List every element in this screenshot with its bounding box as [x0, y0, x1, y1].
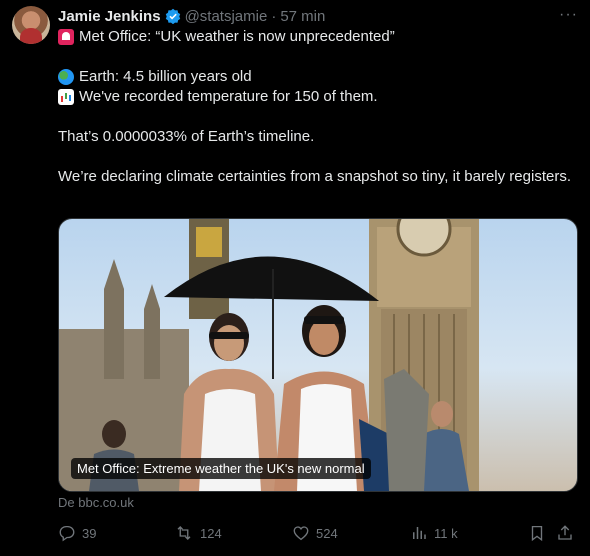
tweet-line-earth: Earth: 4.5 billion years old — [58, 67, 573, 87]
bookmark-button[interactable] — [528, 520, 552, 546]
views-chart-icon — [413, 527, 426, 539]
repost-count: 124 — [200, 525, 222, 541]
avatar[interactable] — [12, 6, 50, 44]
reply-count: 39 — [82, 525, 97, 541]
photo-women-under-umbrella — [59, 219, 479, 491]
fraction-text: That’s 0.0000033% of Earth’s timeline. — [58, 128, 315, 145]
siren-emoji-icon — [58, 29, 74, 45]
tweet-line-headline: Met Office: “UK weather is now unprecede… — [58, 27, 573, 47]
heart-icon — [293, 526, 309, 541]
article-caption[interactable]: Met Office: Extreme weather the UK's new… — [71, 458, 371, 479]
bookmark-icon — [531, 525, 543, 542]
bar-chart-emoji-icon — [58, 89, 74, 105]
earth-text: Earth: 4.5 billion years old — [79, 68, 252, 85]
tweet-line-recorded: We've recorded temperature for 150 of th… — [58, 87, 573, 107]
globe-emoji-icon — [58, 69, 74, 85]
more-options-icon[interactable]: ··· — [559, 6, 578, 24]
views-button[interactable]: 11 k — [410, 520, 458, 546]
verified-badge-icon — [165, 8, 180, 24]
like-button[interactable]: 524 — [292, 520, 338, 546]
repost-button[interactable]: 124 — [174, 520, 222, 546]
tweet-action-bar: 39 124 524 11 k — [58, 520, 576, 546]
article-card-image[interactable]: Met Office: Extreme weather the UK's new… — [58, 218, 578, 492]
recorded-text: We've recorded temperature for 150 of th… — [79, 88, 378, 105]
tweet-header: Jamie Jenkins @statsjamie · 57 min ··· — [58, 6, 578, 26]
reply-icon — [59, 525, 75, 542]
share-button[interactable] — [556, 520, 580, 546]
author-handle[interactable]: @statsjamie — [185, 8, 268, 25]
article-source-link[interactable]: De bbc.co.uk — [58, 495, 134, 510]
author-name[interactable]: Jamie Jenkins — [58, 8, 161, 25]
reply-button[interactable]: 39 — [58, 520, 96, 546]
tweet-text: Met Office: “UK weather is now unprecede… — [58, 27, 573, 187]
share-icon — [558, 525, 572, 540]
like-count: 524 — [316, 525, 338, 541]
repost-icon — [177, 526, 191, 540]
separator-dot: · — [271, 7, 277, 25]
conclusion-text: We’re declaring climate certainties from… — [58, 168, 571, 185]
timestamp[interactable]: 57 min — [280, 8, 325, 25]
view-count: 11 k — [434, 525, 458, 541]
headline-text: Met Office: “UK weather is now unprecede… — [79, 28, 395, 45]
